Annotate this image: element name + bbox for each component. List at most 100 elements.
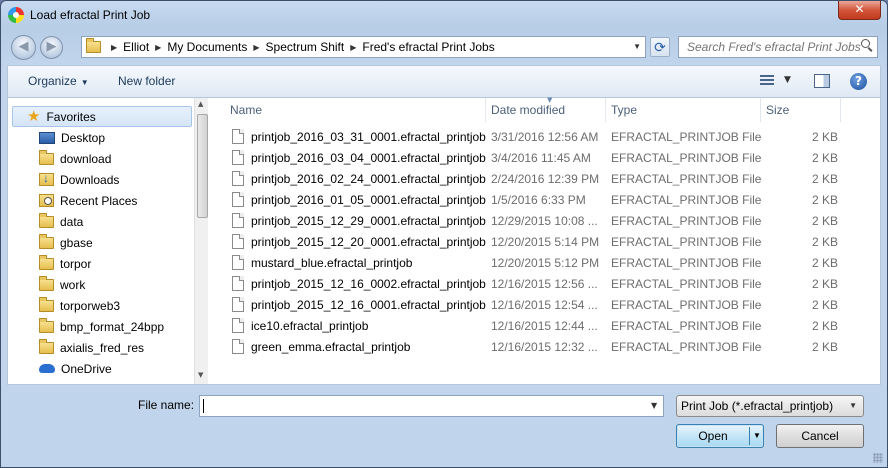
sidebar-item-label: download [60,151,112,166]
breadcrumb-chevron-icon[interactable]: ▶ [155,43,161,52]
sidebar-scrollbar[interactable]: ▲ ▼ [194,98,208,384]
breadcrumb-chevron-icon[interactable]: ▶ [111,43,117,52]
file-name: green_emma.efractal_printjob [251,340,411,354]
file-row[interactable]: printjob_2016_01_05_0001.efractal_printj… [209,190,880,211]
file-row[interactable]: printjob_2015_12_16_0001.efractal_printj… [209,295,880,316]
file-icon [232,276,244,291]
breadcrumb-current-folder[interactable]: Fred's efractal Print Jobs [362,40,494,54]
sidebar-item-recent-places[interactable]: Recent Places [8,190,192,211]
sidebar-item-data[interactable]: data [8,211,192,232]
preview-pane-icon[interactable] [814,74,830,88]
refresh-button[interactable]: ⟳ [650,37,670,57]
sidebar-item-label: bmp_format_24bpp [60,319,165,334]
file-name-label: File name: [138,398,195,412]
recent-places-icon [39,194,54,207]
file-icon [232,255,244,270]
resize-grip-icon[interactable] [873,453,883,463]
file-icon [232,171,244,186]
file-size: 2 KB [811,340,838,354]
folder-icon [39,212,54,228]
file-size: 2 KB [811,172,838,186]
breadcrumb-chevron-icon[interactable]: ▶ [350,43,356,52]
file-type: EFRACTAL_PRINTJOB File [611,151,762,165]
navigation-pane: ★ Favorites Desktop download Downloads R… [8,98,208,384]
file-date: 2/24/2016 12:39 PM [491,172,600,186]
file-type: EFRACTAL_PRINTJOB File [611,340,762,354]
breadcrumb-elliot[interactable]: Elliot [123,40,149,54]
view-options-icon[interactable] [760,75,774,87]
file-size: 2 KB [811,277,838,291]
file-row[interactable]: printjob_2016_02_24_0001.efractal_printj… [209,169,880,190]
search-input[interactable] [678,36,878,58]
sidebar-item-gbase[interactable]: gbase [8,232,192,253]
sidebar-item-download[interactable]: download [8,148,192,169]
file-row[interactable]: printjob_2015_12_16_0002.efractal_printj… [209,274,880,295]
column-header-date-modified[interactable]: Date modified [486,98,606,122]
cancel-button[interactable]: Cancel [776,424,864,448]
file-row[interactable]: ice10.efractal_printjob 12/16/2015 12:44 … [209,316,880,337]
file-row[interactable]: printjob_2015_12_20_0001.efractal_printj… [209,232,880,253]
new-folder-button[interactable]: New folder [118,74,175,88]
file-row[interactable]: printjob_2015_12_29_0001.efractal_printj… [209,211,880,232]
file-size: 2 KB [811,130,838,144]
sidebar-item-torporweb3[interactable]: torporweb3 [8,295,192,316]
file-name-input[interactable] [199,395,664,417]
sidebar-item-downloads[interactable]: Downloads [8,169,192,190]
text-cursor [203,399,204,413]
browser-area: ★ Favorites Desktop download Downloads R… [7,96,881,385]
file-size: 2 KB [811,235,838,249]
back-button[interactable]: ◀ [11,35,36,60]
sidebar-item-onedrive[interactable]: OneDrive [8,358,192,379]
sidebar-item-label: Desktop [61,130,106,145]
file-date: 12/16/2015 12:56 ... [491,277,598,291]
file-date: 12/16/2015 12:54 ... [491,298,598,312]
file-name: printjob_2015_12_29_0001.efractal_printj… [251,214,486,228]
view-dropdown-icon[interactable]: ▼ [784,75,791,85]
file-row[interactable]: mustard_blue.efractal_printjob 12/20/2015… [209,253,880,274]
organize-button[interactable]: Organize ▼ [28,74,89,88]
file-type: EFRACTAL_PRINTJOB File [611,172,762,186]
sidebar-item-torpor[interactable]: torpor [8,253,192,274]
file-name: printjob_2016_01_05_0001.efractal_printj… [251,193,486,207]
file-row[interactable]: printjob_2016_03_31_0001.efractal_printj… [209,127,880,148]
forward-button[interactable]: ▶ [40,36,63,59]
folder-icon [39,338,54,354]
scrollbar-thumb[interactable] [197,114,208,218]
address-bar[interactable]: ▶ Elliot ▶ My Documents ▶ Spectrum Shift… [81,36,646,58]
breadcrumb-my-documents[interactable]: My Documents [167,40,247,54]
column-header-type[interactable]: Type [606,98,761,122]
sidebar-item-label: Recent Places [60,193,138,208]
file-row[interactable]: printjob_2016_03_04_0001.efractal_printj… [209,148,880,169]
close-button[interactable]: ✕ [838,1,881,20]
file-name: printjob_2016_03_31_0001.efractal_printj… [251,130,486,144]
sidebar-item-axialis-fred-res[interactable]: axialis_fred_res [8,337,192,358]
forward-arrow-icon: ▶ [46,39,57,54]
column-header-name[interactable]: Name [209,98,486,122]
file-icon [232,318,244,333]
breadcrumb-chevron-icon[interactable]: ▶ [253,43,259,52]
chevron-down-icon: ▼ [849,401,857,410]
file-date: 3/4/2016 11:45 AM [491,151,591,165]
sidebar-item-label: gbase [60,235,93,250]
file-type-filter-select[interactable]: Print Job (*.efractal_printjob) ▼ [676,395,864,417]
sidebar-item-bmp-format-24bpp[interactable]: bmp_format_24bpp [8,316,192,337]
file-row[interactable]: green_emma.efractal_printjob 12/16/2015 1… [209,337,880,358]
open-button[interactable]: Open ▼ [676,424,764,448]
scroll-up-icon[interactable]: ▲ [198,100,203,108]
scroll-down-icon[interactable]: ▼ [198,371,203,379]
column-header-size[interactable]: Size [761,98,841,122]
sidebar-item-work[interactable]: work [8,274,192,295]
file-type: EFRACTAL_PRINTJOB File [611,277,762,291]
search-icon[interactable] [861,39,873,51]
address-dropdown-icon[interactable]: ▼ [633,42,641,51]
file-date: 12/20/2015 5:12 PM [491,256,600,270]
file-date: 1/5/2016 6:33 PM [491,193,586,207]
file-name-dropdown-icon[interactable]: ▼ [651,401,657,410]
split-divider [749,427,750,445]
help-icon[interactable]: ? [850,73,867,90]
breadcrumb-spectrum-shift[interactable]: Spectrum Shift [266,40,345,54]
file-list: Name ▼ Date modified Type Size printjob_… [209,96,880,384]
open-options-dropdown-icon[interactable]: ▼ [753,425,761,447]
sidebar-item-favorites[interactable]: ★ Favorites [12,106,192,127]
sidebar-item-desktop[interactable]: Desktop [8,127,192,148]
